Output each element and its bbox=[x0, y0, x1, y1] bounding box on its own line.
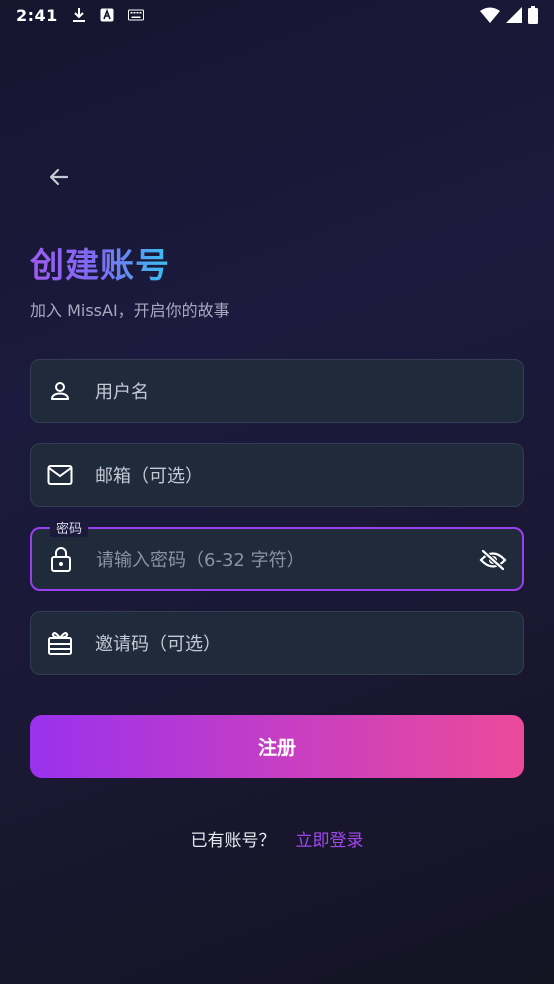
login-question: 已有账号？ bbox=[190, 831, 276, 851]
email-field[interactable]: 邮箱（可选） bbox=[30, 443, 524, 507]
keyboard-icon bbox=[127, 9, 144, 21]
wifi-icon bbox=[480, 7, 500, 23]
gift-icon bbox=[47, 630, 73, 656]
page-title: 创建账号 bbox=[30, 238, 170, 287]
arrow-left-icon bbox=[49, 168, 69, 186]
status-left: 2:41 bbox=[16, 6, 144, 25]
email-placeholder: 邮箱（可选） bbox=[95, 466, 203, 487]
eye-off-icon bbox=[479, 549, 507, 571]
register-button[interactable]: 注册 bbox=[30, 715, 524, 778]
status-time: 2:41 bbox=[16, 5, 58, 25]
status-bar: 2:41 bbox=[0, 0, 554, 30]
battery-icon bbox=[528, 6, 538, 24]
invite-code-placeholder: 邀请码（可选） bbox=[95, 634, 221, 655]
download-icon bbox=[72, 7, 86, 23]
page-subtitle: 加入 MissAI，开启你的故事 bbox=[30, 301, 230, 320]
invite-code-field[interactable]: 邀请码（可选） bbox=[30, 611, 524, 675]
person-icon bbox=[47, 378, 73, 404]
signal-icon bbox=[506, 7, 522, 23]
password-placeholder: 请输入密码（6-32 字符） bbox=[96, 550, 305, 571]
login-prompt: 已有账号？ 立即登录 bbox=[0, 826, 554, 851]
password-field[interactable]: 密码 请输入密码（6-32 字符） bbox=[30, 518, 524, 591]
lock-icon bbox=[48, 546, 74, 572]
a-icon bbox=[100, 8, 114, 22]
back-button[interactable] bbox=[38, 156, 80, 198]
password-label: 密码 bbox=[50, 518, 89, 537]
username-placeholder: 用户名 bbox=[95, 382, 149, 403]
status-right bbox=[480, 6, 538, 24]
toggle-password-visibility[interactable] bbox=[478, 545, 508, 575]
username-field[interactable]: 用户名 bbox=[30, 359, 524, 423]
mail-icon bbox=[47, 462, 73, 488]
login-link[interactable]: 立即登录 bbox=[296, 826, 364, 851]
